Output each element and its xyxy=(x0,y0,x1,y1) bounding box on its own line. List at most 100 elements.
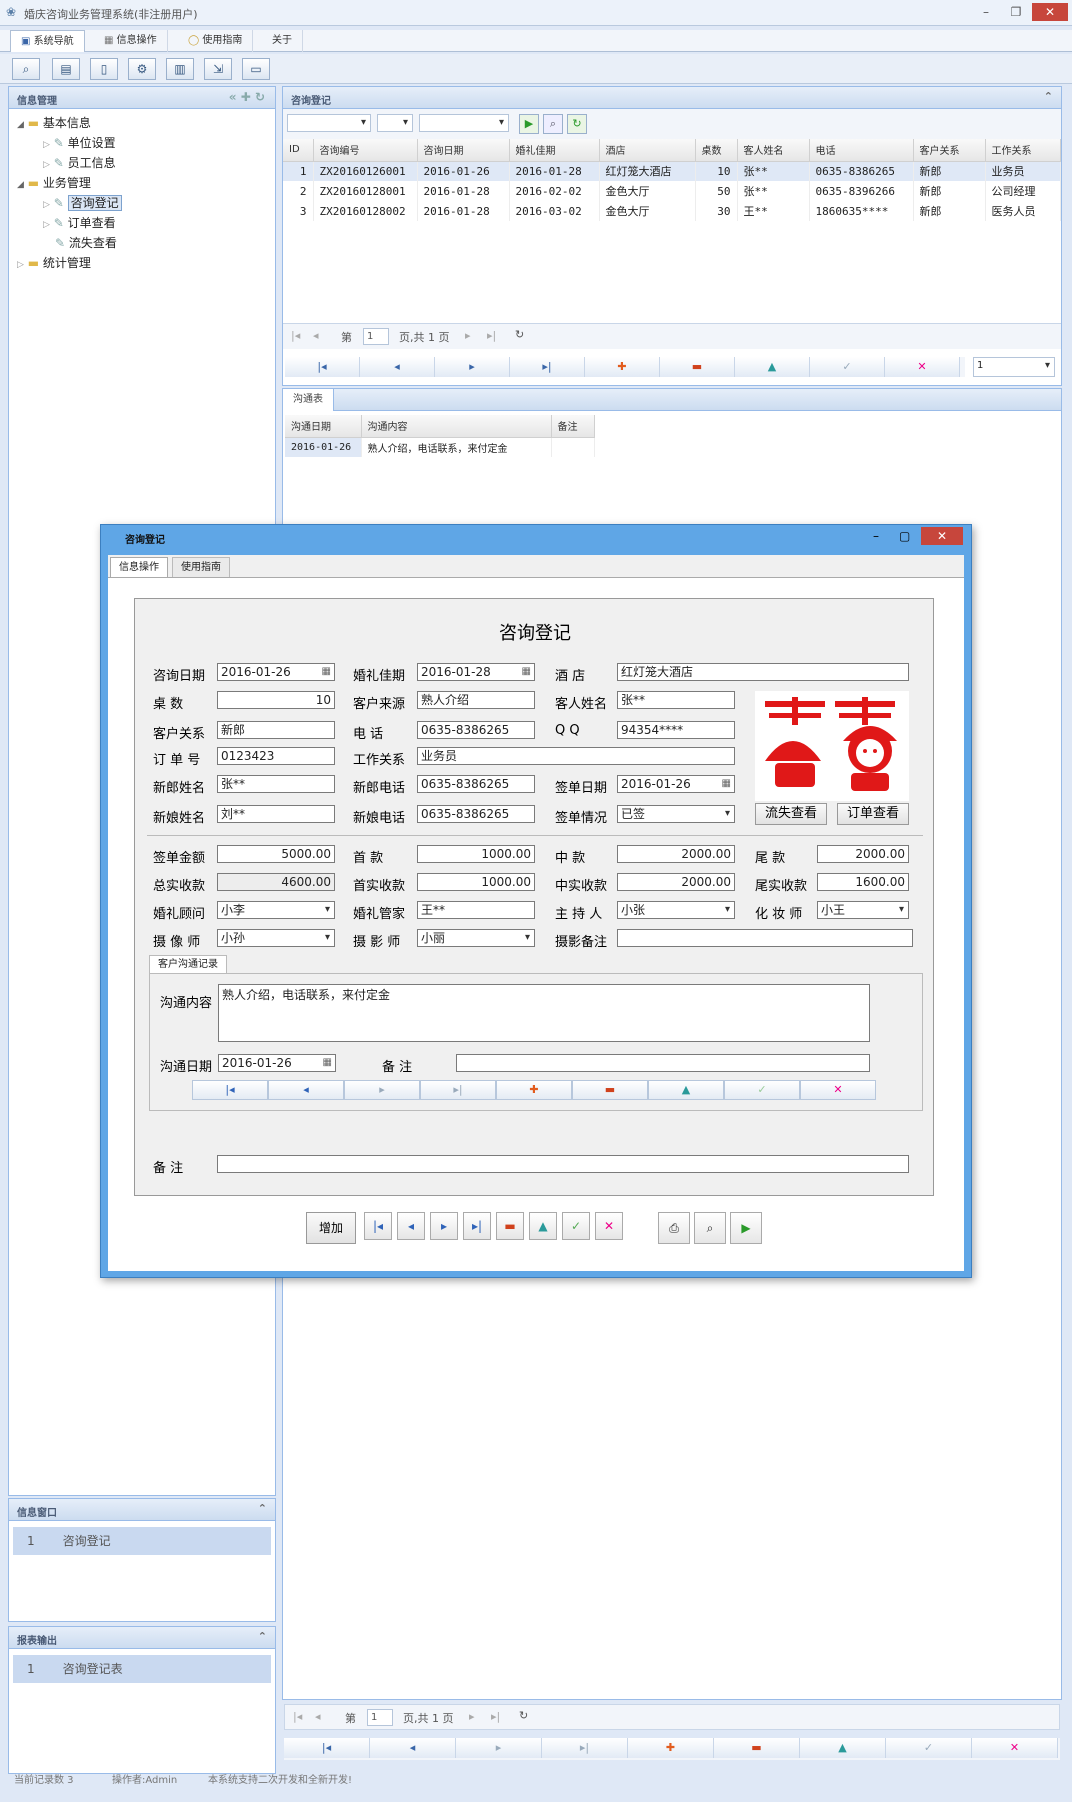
tab-about[interactable]: 关于 xyxy=(262,30,303,52)
tree-node-lost[interactable]: ✎ 流失查看 xyxy=(17,233,275,253)
prev-record-button[interactable]: ◂ xyxy=(397,1212,425,1240)
column-header[interactable]: 婚礼佳期 xyxy=(509,139,600,162)
first-record-button[interactable]: |◂ xyxy=(364,1212,392,1240)
comm-last-button[interactable]: ▸| xyxy=(420,1080,496,1100)
steward-field[interactable]: 王** xyxy=(417,901,535,919)
prev-page-icon[interactable]: ◂ xyxy=(313,329,319,342)
run-icon[interactable]: ▶ xyxy=(730,1212,762,1244)
column-header[interactable]: 酒店 xyxy=(599,139,696,162)
comm-note-field[interactable] xyxy=(456,1054,870,1072)
prev-page-icon[interactable]: ◂ xyxy=(315,1710,321,1723)
collapse-left-icon[interactable]: « ✚ ↻ xyxy=(229,90,265,104)
table-row[interactable]: 1 ZX20160126001 2016-01-26 2016-01-28 红灯笼大酒店… xyxy=(283,161,1061,181)
print-icon[interactable]: ▭ xyxy=(242,58,270,80)
restore-button[interactable]: ❐ xyxy=(1002,3,1030,21)
column-header[interactable]: 沟通日期 xyxy=(285,415,362,438)
tab-guide[interactable]: ◯ 使用指南 xyxy=(178,30,254,52)
nav-first-button[interactable]: |◂ xyxy=(285,357,360,377)
first-recv-field[interactable]: 1000.00 xyxy=(417,873,535,891)
qq-field[interactable]: 94354**** xyxy=(617,721,735,739)
refresh-icon[interactable]: ↻ xyxy=(519,1709,528,1722)
cancel-record-button[interactable]: ✕ xyxy=(595,1212,623,1240)
column-header[interactable]: 桌数 xyxy=(695,139,738,162)
dialog-close-button[interactable]: ✕ xyxy=(921,527,963,545)
work-rel-field[interactable]: 业务员 xyxy=(417,747,735,765)
list-item[interactable]: 1 咨询登记 xyxy=(13,1527,271,1555)
filter-combo-3[interactable] xyxy=(419,114,509,132)
filter-combo-1[interactable] xyxy=(287,114,371,132)
final-pay-field[interactable]: 2000.00 xyxy=(817,845,909,863)
refresh-icon[interactable]: ↻ xyxy=(515,328,524,341)
nav-add-button[interactable]: ✚ xyxy=(628,1738,714,1758)
makeup-select[interactable]: 小王 xyxy=(817,901,909,919)
last-record-button[interactable]: ▸| xyxy=(463,1212,491,1240)
comm-first-button[interactable]: |◂ xyxy=(192,1080,268,1100)
nav-edit-button[interactable]: ▲ xyxy=(735,357,810,377)
first-page-icon[interactable]: |◂ xyxy=(293,1710,302,1723)
remark-field[interactable] xyxy=(217,1155,909,1173)
collapse-up-icon[interactable]: ⌃ xyxy=(258,1630,267,1643)
preview-icon[interactable]: ⌕ xyxy=(694,1212,726,1244)
nav-delete-button[interactable]: ▬ xyxy=(714,1738,800,1758)
column-header[interactable]: 工作关系 xyxy=(985,139,1061,162)
relation-field[interactable]: 新郎 xyxy=(217,721,335,739)
hotel-field[interactable]: 红灯笼大酒店 xyxy=(617,663,909,681)
comm-prev-button[interactable]: ◂ xyxy=(268,1080,344,1100)
report-icon[interactable]: ▥ xyxy=(166,58,194,80)
tree-node-order[interactable]: ▷ ✎ 订单查看 xyxy=(17,213,275,233)
first-page-icon[interactable]: |◂ xyxy=(291,329,300,342)
table-row[interactable]: 2 ZX20160128001 2016-01-28 2016-02-02 金色大厅 50… xyxy=(283,181,1061,201)
tree-node-consult[interactable]: ▷ ✎ 咨询登记 xyxy=(17,193,275,213)
minimize-icon[interactable]: – xyxy=(873,529,879,543)
last-page-icon[interactable]: ▸| xyxy=(491,1710,500,1723)
edit-record-button[interactable]: ▲ xyxy=(529,1212,557,1240)
sign-date-field[interactable]: 2016-01-26 xyxy=(617,775,735,793)
sign-amount-field[interactable]: 5000.00 xyxy=(217,845,335,863)
tab-comm[interactable]: 沟通表 xyxy=(283,389,334,411)
table-row[interactable]: 2016-01-26 熟人介绍，电话联系，来付定金 xyxy=(285,437,595,457)
order-view-button[interactable]: 订单查看 xyxy=(837,803,909,825)
nav-save-button[interactable]: ✓ xyxy=(886,1738,972,1758)
sign-status-select[interactable]: 已签 xyxy=(617,805,735,823)
order-no-field[interactable]: 0123423 xyxy=(217,747,335,765)
videographer-select[interactable]: 小孙 xyxy=(217,929,335,947)
lost-view-button[interactable]: 流失查看 xyxy=(755,803,827,825)
tab-system-nav[interactable]: ▣ 系统导航 xyxy=(10,30,85,52)
consult-date-field[interactable]: 2016-01-26 xyxy=(217,663,335,681)
photo-note-field[interactable] xyxy=(617,929,913,947)
column-header[interactable]: ID xyxy=(283,139,314,162)
list-item[interactable]: 1 咨询登记表 xyxy=(13,1655,271,1683)
last-page-icon[interactable]: ▸| xyxy=(487,329,496,342)
search-icon[interactable]: ⌕ xyxy=(12,58,40,80)
tree-node-stats[interactable]: ▷ ▬ 统计管理 xyxy=(17,253,275,273)
bride-phone-field[interactable]: 0635-8386265 xyxy=(417,805,535,823)
run-icon[interactable]: ▶ xyxy=(519,114,539,134)
nav-last-button[interactable]: ▸| xyxy=(510,357,585,377)
tree-node-basic[interactable]: ◢ ▬ 基本信息 xyxy=(17,113,275,133)
next-page-icon[interactable]: ▸ xyxy=(465,329,471,342)
comm-cancel-button[interactable]: ✕ xyxy=(800,1080,876,1100)
column-header[interactable]: 电话 xyxy=(809,139,914,162)
next-page-icon[interactable]: ▸ xyxy=(469,1710,475,1723)
nav-edit-button[interactable]: ▲ xyxy=(800,1738,886,1758)
comm-section-tab[interactable]: 客户沟通记录 xyxy=(149,955,227,973)
tools-icon[interactable]: ⚙ xyxy=(128,58,156,80)
nav-save-button[interactable]: ✓ xyxy=(810,357,885,377)
tables-field[interactable]: 10 xyxy=(217,691,335,709)
table-row[interactable]: 3 ZX20160128002 2016-01-28 2016-03-02 金色大厅 30… xyxy=(283,201,1061,221)
next-record-button[interactable]: ▸ xyxy=(430,1212,458,1240)
column-header[interactable]: 客人姓名 xyxy=(737,139,810,162)
maximize-icon[interactable]: ▢ xyxy=(899,529,910,543)
wedding-date-field[interactable]: 2016-01-28 xyxy=(417,663,535,681)
tree-node-business[interactable]: ◢ ▬ 业务管理 xyxy=(17,173,275,193)
nav-prev-button[interactable]: ◂ xyxy=(360,357,435,377)
search-icon[interactable]: ⌕ xyxy=(543,114,563,134)
close-button[interactable]: ✕ xyxy=(1032,3,1068,21)
comm-next-button[interactable]: ▸ xyxy=(344,1080,420,1100)
comm-delete-button[interactable]: ▬ xyxy=(572,1080,648,1100)
groom-phone-field[interactable]: 0635-8386265 xyxy=(417,775,535,793)
column-header[interactable]: 客户关系 xyxy=(913,139,986,162)
nav-next-button[interactable]: ▸ xyxy=(456,1738,542,1758)
refresh-icon[interactable]: ↻ xyxy=(567,114,587,134)
column-header[interactable]: 咨询编号 xyxy=(313,139,418,162)
